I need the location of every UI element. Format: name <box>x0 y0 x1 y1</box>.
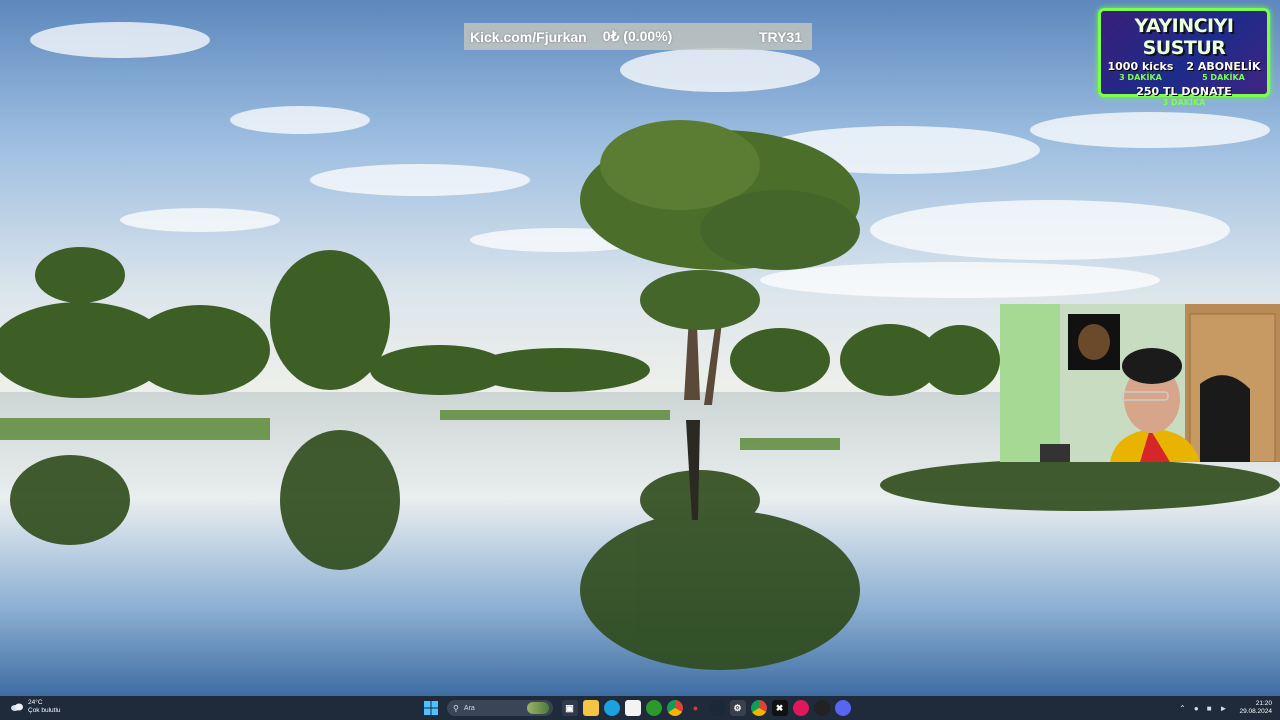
obs-icon[interactable] <box>813 700 830 716</box>
red-app-icon[interactable]: ● <box>688 700 704 716</box>
promo-donate-amount: 250 TL DONATE <box>1136 85 1232 98</box>
ticker-symbol: TRY31 <box>758 28 802 45</box>
promo-subs-duration: 5 DAKİKA <box>1202 73 1245 82</box>
opera-icon[interactable] <box>792 700 809 716</box>
taskbar-search-box[interactable]: ⚲ Ara <box>447 700 553 716</box>
mic-icon[interactable]: ● <box>1194 704 1199 713</box>
chrome-profile-icon[interactable] <box>750 700 767 716</box>
promo-donate-duration: 3 DAKİKA <box>1162 98 1206 107</box>
chevron-up-icon[interactable]: ⌃ <box>1179 704 1186 713</box>
weather-widget[interactable]: 24°C Çok bulutlu <box>10 699 61 715</box>
mute-streamer-promo-badge: YAYINCIYI SUSTUR 1000 kicks 3 DAKİKA 2 A… <box>1098 8 1270 107</box>
taskbar-clock[interactable]: 21:20 29.08.2024 <box>1239 700 1272 716</box>
promo-kicks-amount: 1000 kicks <box>1107 60 1174 73</box>
capcut-icon[interactable]: ✖ <box>771 700 788 716</box>
taskbar-apps: ⚲ Ara ▣ ● ⚙ ✖ <box>420 696 853 720</box>
wifi-icon[interactable]: ■ <box>1207 704 1212 713</box>
promo-title: YAYINCIYI SUSTUR <box>1134 15 1234 59</box>
cloud-icon <box>11 703 23 711</box>
search-highlight-image <box>527 702 549 714</box>
windows-taskbar: 24°C Çok bulutlu ⚲ Ara ▣ ● ⚙ ✖ ⌃ ● ■ ► 2… <box>0 696 1280 720</box>
settings-icon[interactable]: ⚙ <box>729 700 746 716</box>
search-icon: ⚲ <box>453 703 459 713</box>
edge-icon[interactable] <box>603 700 620 716</box>
clock-time: 21:20 <box>1255 700 1272 707</box>
stream-ticker-bar: Kick.com/Fjurkan 0₺ (0.00%) TRY31 <box>464 23 812 50</box>
volume-icon[interactable]: ► <box>1220 704 1228 713</box>
clock-date: 29.08.2024 <box>1239 708 1272 715</box>
channel-url: Kick.com/Fjurkan <box>470 28 587 45</box>
weather-condition: Çok bulutlu <box>28 707 61 714</box>
promo-subs-amount: 2 ABONELİK <box>1186 60 1261 73</box>
ticker-gain: 0₺ (0.00%) <box>602 28 673 44</box>
promo-kicks-duration: 3 DAKİKA <box>1119 73 1162 82</box>
microsoft-store-icon[interactable] <box>624 700 641 716</box>
windows-start-icon[interactable] <box>423 700 439 716</box>
search-placeholder: Ara <box>463 704 475 712</box>
task-view-icon[interactable]: ▣ <box>561 700 578 716</box>
weather-temp: 24°C <box>28 699 43 706</box>
webcam-overlay <box>1000 304 1280 462</box>
steam-icon[interactable] <box>708 700 725 716</box>
xbox-icon[interactable] <box>645 700 662 716</box>
file-explorer-icon[interactable] <box>582 700 599 716</box>
system-tray: ⌃ ● ■ ► 21:20 29.08.2024 <box>1175 696 1272 720</box>
discord-icon[interactable] <box>834 700 851 716</box>
chrome-icon[interactable] <box>666 700 683 716</box>
